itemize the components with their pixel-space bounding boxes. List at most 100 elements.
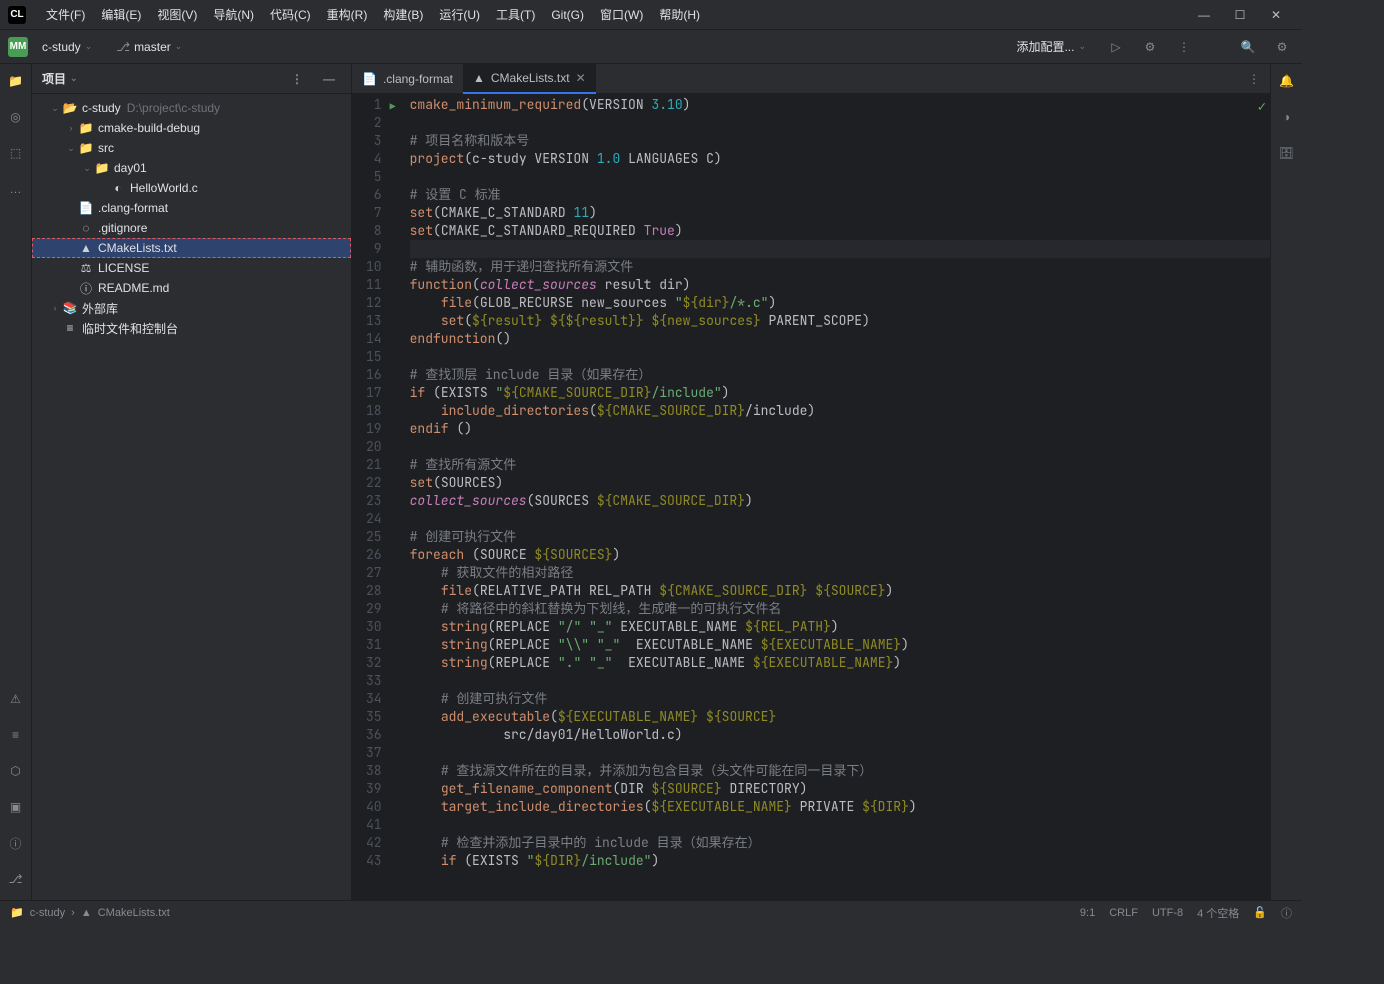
- code-line[interactable]: # 查找顶层 include 目录（如果存在）: [410, 366, 1270, 384]
- line-number[interactable]: 1▶: [366, 96, 382, 114]
- code-line[interactable]: src/day01/HelloWorld.c): [410, 726, 1270, 744]
- debug-button[interactable]: ⚙: [1138, 35, 1162, 59]
- line-number[interactable]: 21: [366, 456, 382, 474]
- line-number[interactable]: 24: [366, 510, 382, 528]
- code-line[interactable]: [410, 510, 1270, 528]
- line-number[interactable]: 23: [366, 492, 382, 510]
- code-line[interactable]: foreach (SOURCE ${SOURCES}): [410, 546, 1270, 564]
- code-line[interactable]: if (EXISTS "${CMAKE_SOURCE_DIR}/include"…: [410, 384, 1270, 402]
- git-branch-selector[interactable]: ⎇ master⌄: [108, 37, 190, 57]
- code-editor[interactable]: ✓ 1▶234567891011121314151617181920212223…: [352, 94, 1270, 900]
- code-line[interactable]: set(SOURCES): [410, 474, 1270, 492]
- tree-row[interactable]: ⌄📁src: [32, 138, 351, 158]
- code-line[interactable]: [410, 348, 1270, 366]
- code-line[interactable]: if (EXISTS "${DIR}/include"): [410, 852, 1270, 870]
- line-number[interactable]: 15: [366, 348, 382, 366]
- panel-more-icon[interactable]: ⋮: [285, 67, 309, 91]
- line-number[interactable]: 14: [366, 330, 382, 348]
- tree-row[interactable]: ›📁cmake-build-debug: [32, 118, 351, 138]
- menu-item[interactable]: 导航(N): [205, 4, 262, 26]
- indent-setting[interactable]: 4 个空格: [1197, 905, 1239, 921]
- tree-row[interactable]: ▲CMakeLists.txt: [32, 238, 351, 258]
- line-number[interactable]: 8: [366, 222, 382, 240]
- code-line[interactable]: target_include_directories(${EXECUTABLE_…: [410, 798, 1270, 816]
- code-line[interactable]: # 查找所有源文件: [410, 456, 1270, 474]
- line-number[interactable]: 26: [366, 546, 382, 564]
- code-line[interactable]: # 辅助函数，用于递归查找所有源文件: [410, 258, 1270, 276]
- tree-row[interactable]: 📄.clang-format: [32, 198, 351, 218]
- line-number[interactable]: 36: [366, 726, 382, 744]
- line-number[interactable]: 17: [366, 384, 382, 402]
- code-line[interactable]: # 获取文件的相对路径: [410, 564, 1270, 582]
- menu-item[interactable]: 视图(V): [149, 4, 205, 26]
- code-line[interactable]: # 创建可执行文件: [410, 528, 1270, 546]
- code-line[interactable]: [410, 816, 1270, 834]
- line-number[interactable]: 28: [366, 582, 382, 600]
- code-line[interactable]: cmake_minimum_required(VERSION 3.10): [410, 96, 1270, 114]
- line-number[interactable]: 29: [366, 600, 382, 618]
- code-line[interactable]: set(CMAKE_C_STANDARD_REQUIRED True): [410, 222, 1270, 240]
- tree-row[interactable]: ›📚外部库: [32, 298, 351, 318]
- close-button[interactable]: ✕: [1258, 1, 1294, 29]
- code-line[interactable]: file(GLOB_RECURSE new_sources "${dir}/*.…: [410, 294, 1270, 312]
- line-number[interactable]: 43: [366, 852, 382, 870]
- line-number[interactable]: 11: [366, 276, 382, 294]
- line-number[interactable]: 42: [366, 834, 382, 852]
- readonly-icon[interactable]: 🔓: [1253, 906, 1267, 919]
- chevron-right-icon[interactable]: ›: [64, 123, 78, 133]
- line-number[interactable]: 6: [366, 186, 382, 204]
- menu-item[interactable]: 工具(T): [488, 4, 543, 26]
- run-gutter-icon[interactable]: ▶: [390, 98, 396, 116]
- tree-row[interactable]: ⚖LICENSE: [32, 258, 351, 278]
- menu-item[interactable]: 窗口(W): [592, 4, 651, 26]
- vcs-tool-icon[interactable]: ⎇: [5, 868, 27, 890]
- power-save-icon[interactable]: ⓘ: [1281, 905, 1292, 921]
- code-line[interactable]: include_directories(${CMAKE_SOURCE_DIR}/…: [410, 402, 1270, 420]
- tree-row[interactable]: ⓘREADME.md: [32, 278, 351, 298]
- tabs-more-icon[interactable]: ⋮: [1246, 67, 1270, 91]
- line-number[interactable]: 2: [366, 114, 382, 132]
- tree-row[interactable]: ⌄📂c-studyD:\project\c-study: [32, 98, 351, 118]
- code-line[interactable]: endif (): [410, 420, 1270, 438]
- code-line[interactable]: collect_sources(SOURCES ${CMAKE_SOURCE_D…: [410, 492, 1270, 510]
- line-number[interactable]: 25: [366, 528, 382, 546]
- line-number[interactable]: 41: [366, 816, 382, 834]
- code-line[interactable]: set(${result} ${${result}} ${new_sources…: [410, 312, 1270, 330]
- project-selector[interactable]: c-study⌄: [34, 37, 100, 57]
- terminal-tool-icon[interactable]: ▣: [5, 796, 27, 818]
- services-tool-icon[interactable]: ⬡: [5, 760, 27, 782]
- chevron-right-icon[interactable]: ›: [48, 303, 62, 313]
- problems-tool-icon[interactable]: ⚠: [5, 688, 27, 710]
- notifications-icon[interactable]: 🔔: [1276, 70, 1298, 92]
- code-line[interactable]: # 创建可执行文件: [410, 690, 1270, 708]
- menu-item[interactable]: 编辑(E): [93, 4, 149, 26]
- line-number[interactable]: 37: [366, 744, 382, 762]
- code-line[interactable]: file(RELATIVE_PATH REL_PATH ${CMAKE_SOUR…: [410, 582, 1270, 600]
- structure-tool-icon[interactable]: ⬚: [5, 142, 27, 164]
- code-line[interactable]: # 项目名称和版本号: [410, 132, 1270, 150]
- line-number[interactable]: 27: [366, 564, 382, 582]
- inspection-ok-icon[interactable]: ✓: [1258, 98, 1266, 116]
- line-number[interactable]: 39: [366, 780, 382, 798]
- line-number[interactable]: 3: [366, 132, 382, 150]
- tree-row[interactable]: ≡临时文件和控制台: [32, 318, 351, 338]
- tab-close-icon[interactable]: ✕: [576, 71, 586, 85]
- code-line[interactable]: get_filename_component(DIR ${SOURCE} DIR…: [410, 780, 1270, 798]
- commit-tool-icon[interactable]: ◎: [5, 106, 27, 128]
- chevron-down-icon[interactable]: ⌄: [80, 163, 94, 174]
- chevron-down-icon[interactable]: ⌄: [48, 103, 62, 114]
- line-number[interactable]: 40: [366, 798, 382, 816]
- menu-item[interactable]: 运行(U): [431, 4, 488, 26]
- tree-row[interactable]: ◌.gitignore: [32, 218, 351, 238]
- run-config-selector[interactable]: 添加配置...⌄: [1008, 35, 1094, 58]
- tree-row[interactable]: ⌄📁day01: [32, 158, 351, 178]
- code-line[interactable]: function(collect_sources result dir): [410, 276, 1270, 294]
- panel-hide-icon[interactable]: —: [317, 67, 341, 91]
- line-number[interactable]: 16: [366, 366, 382, 384]
- code-line[interactable]: string(REPLACE "/" "_" EXECUTABLE_NAME $…: [410, 618, 1270, 636]
- line-number[interactable]: 38: [366, 762, 382, 780]
- code-line[interactable]: [410, 114, 1270, 132]
- database-tool-icon[interactable]: 🗄: [1276, 142, 1298, 164]
- line-number[interactable]: 5: [366, 168, 382, 186]
- menu-item[interactable]: Git(G): [543, 4, 592, 26]
